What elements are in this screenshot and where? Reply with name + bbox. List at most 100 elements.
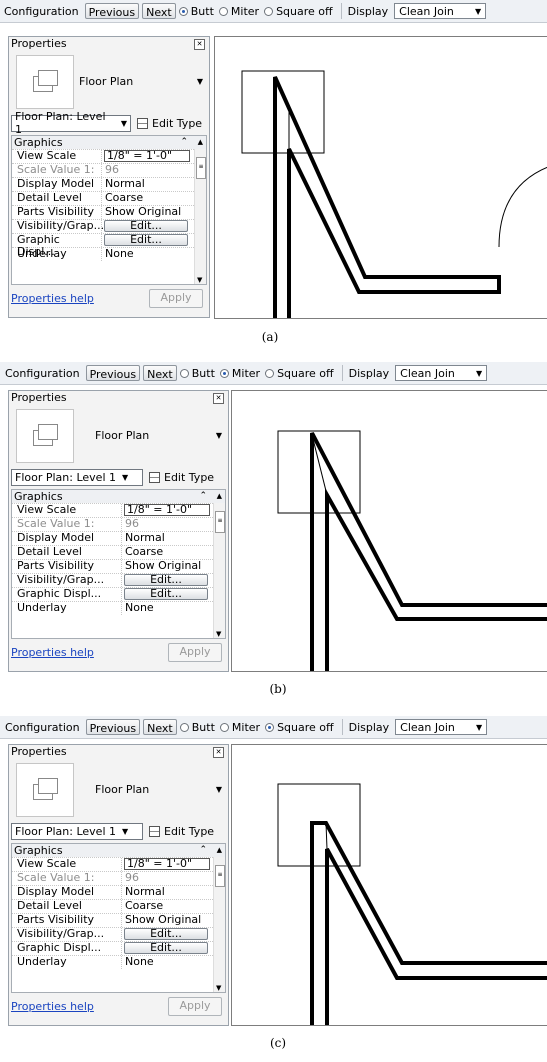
close-icon[interactable]: ✕ xyxy=(194,39,205,50)
type-selector[interactable]: Floor Plan ▼ xyxy=(9,759,228,821)
display-dropdown[interactable]: Clean Join ▼ xyxy=(394,3,487,19)
view-selector[interactable]: Floor Plan: Level 1 ▼ xyxy=(11,468,143,486)
edit-button[interactable]: Edit... xyxy=(124,588,208,600)
edit-button[interactable]: Edit... xyxy=(104,234,188,246)
property-row[interactable]: Graphic Displ... Edit... xyxy=(12,233,206,258)
edit-type-button[interactable]: Edit Type xyxy=(149,825,214,838)
next-button[interactable]: Next xyxy=(142,3,176,19)
butt-radio[interactable]: Butt xyxy=(179,367,215,380)
scroll-thumb[interactable]: ≡ xyxy=(215,511,225,533)
property-row[interactable]: Parts Visibility Show Original xyxy=(12,913,225,927)
scrollbar[interactable]: ≡ ▼ xyxy=(213,857,225,992)
scroll-down-icon[interactable]: ▼ xyxy=(216,984,221,992)
scroll-thumb[interactable]: ≡ xyxy=(196,157,206,179)
edit-button[interactable]: Edit... xyxy=(124,942,208,954)
previous-button[interactable]: Previous xyxy=(85,365,141,381)
chevron-down-icon: ▼ xyxy=(475,722,483,732)
edit-button[interactable]: Edit... xyxy=(124,574,208,586)
square-off-radio[interactable]: Square off xyxy=(264,5,333,18)
radio-empty-icon xyxy=(219,722,229,732)
display-dropdown[interactable]: Clean Join ▼ xyxy=(395,719,488,735)
property-row[interactable]: View Scale 1/8" = 1'-0" xyxy=(12,857,225,871)
property-row[interactable]: Underlay None xyxy=(12,601,225,615)
previous-button[interactable]: Previous xyxy=(84,3,140,19)
property-row[interactable]: View Scale 1/8" = 1'-0" xyxy=(12,503,225,517)
property-row[interactable]: Scale Value 1: 96 xyxy=(12,871,225,885)
edit-button[interactable]: Edit... xyxy=(124,928,208,940)
drawing-view[interactable] xyxy=(231,390,547,672)
property-row[interactable]: Parts Visibility Show Original xyxy=(12,205,206,219)
properties-help-link[interactable]: Properties help xyxy=(11,1000,94,1013)
drawing-view[interactable] xyxy=(231,744,547,1026)
scroll-up-icon[interactable]: ▲ xyxy=(198,136,203,149)
property-row[interactable]: Visibility/Grap... Edit... xyxy=(12,219,206,233)
property-row[interactable]: Visibility/Grap... Edit... xyxy=(12,927,225,941)
square-off-radio[interactable]: Square off xyxy=(265,721,334,734)
property-row[interactable]: Detail Level Coarse xyxy=(12,545,225,559)
property-row[interactable]: Graphic Displ... Edit... xyxy=(12,941,225,955)
view-scale-input[interactable]: 1/8" = 1'-0" xyxy=(124,858,210,870)
property-row[interactable]: Visibility/Grap... Edit... xyxy=(12,573,225,587)
scroll-thumb[interactable]: ≡ xyxy=(215,865,225,887)
view-selector[interactable]: Floor Plan: Level 1 ▼ xyxy=(11,110,131,136)
square-off-radio[interactable]: Square off xyxy=(265,367,334,380)
miter-radio[interactable]: Miter xyxy=(219,721,260,734)
apply-button[interactable]: Apply xyxy=(149,289,203,308)
property-row[interactable]: Detail Level Coarse xyxy=(12,191,206,205)
scrollbar[interactable]: ≡ ▼ xyxy=(194,149,206,284)
property-row[interactable]: Display Model Normal xyxy=(12,531,225,545)
next-button[interactable]: Next xyxy=(143,719,177,735)
display-dropdown[interactable]: Clean Join ▼ xyxy=(395,365,488,381)
options-bar: Configuration Previous Next Butt Miter S… xyxy=(0,716,547,739)
property-row[interactable]: Scale Value 1: 96 xyxy=(12,517,225,531)
apply-button[interactable]: Apply xyxy=(168,997,222,1016)
inner-wall-line xyxy=(325,848,547,1025)
butt-radio[interactable]: Butt xyxy=(178,5,214,18)
scrollbar[interactable]: ≡ ▼ xyxy=(213,503,225,638)
previous-button[interactable]: Previous xyxy=(85,719,141,735)
radio-empty-icon xyxy=(265,368,275,378)
properties-help-link[interactable]: Properties help xyxy=(11,646,94,659)
graphics-group-header[interactable]: Graphics ⌃ ▲ xyxy=(12,136,206,149)
edit-button[interactable]: Edit... xyxy=(104,220,188,232)
property-row[interactable]: Graphic Displ... Edit... xyxy=(12,587,225,601)
miter-radio[interactable]: Miter xyxy=(218,5,259,18)
view-selector[interactable]: Floor Plan: Level 1 ▼ xyxy=(11,822,143,840)
view-scale-input[interactable]: 1/8" = 1'-0" xyxy=(124,504,210,516)
graphics-group-header[interactable]: Graphics ⌃ ▲ xyxy=(12,844,225,857)
close-icon[interactable]: ✕ xyxy=(213,747,224,758)
scroll-up-icon[interactable]: ▲ xyxy=(217,490,222,503)
properties-help-link[interactable]: Properties help xyxy=(11,292,94,305)
edit-type-button[interactable]: Edit Type xyxy=(137,117,202,130)
type-selector[interactable]: Floor Plan ▼ xyxy=(9,405,228,467)
scroll-down-icon[interactable]: ▼ xyxy=(216,630,221,638)
drawing-view[interactable] xyxy=(214,36,547,319)
property-row[interactable]: Detail Level Coarse xyxy=(12,899,225,913)
display-label: Display xyxy=(348,720,390,734)
edit-type-label: Edit Type xyxy=(152,116,203,130)
property-row[interactable]: Display Model Normal xyxy=(12,177,206,191)
property-row[interactable]: Display Model Normal xyxy=(12,885,225,899)
property-row[interactable]: Underlay None xyxy=(12,247,206,261)
scroll-up-icon[interactable]: ▲ xyxy=(217,844,222,857)
configuration-label: Configuration xyxy=(5,366,80,380)
apply-button[interactable]: Apply xyxy=(168,643,222,662)
toolbar-separator xyxy=(340,3,342,19)
property-value: Coarse xyxy=(105,191,144,204)
property-row[interactable]: Underlay None xyxy=(12,955,225,969)
property-row[interactable]: View Scale 1/8" = 1'-0" xyxy=(12,149,206,163)
close-icon[interactable]: ✕ xyxy=(213,393,224,404)
view-scale-input[interactable]: 1/8" = 1'-0" xyxy=(104,150,190,162)
property-row[interactable]: Scale Value 1: 96 xyxy=(12,163,206,177)
miter-radio[interactable]: Miter xyxy=(219,367,260,380)
property-key: Visibility/Grap... xyxy=(12,928,122,941)
edit-type-button[interactable]: Edit Type xyxy=(149,471,214,484)
next-button[interactable]: Next xyxy=(143,365,177,381)
property-row[interactable]: Parts Visibility Show Original xyxy=(12,559,225,573)
graphics-group-header[interactable]: Graphics ⌃ ▲ xyxy=(12,490,225,503)
scroll-down-icon[interactable]: ▼ xyxy=(197,276,202,284)
display-value: Clean Join xyxy=(400,720,455,734)
properties-palette: Properties ✕ Floor Plan ▼ Floor Plan: Lev… xyxy=(8,744,229,1026)
butt-radio[interactable]: Butt xyxy=(179,721,215,734)
type-selector[interactable]: Floor Plan ▼ xyxy=(9,51,209,113)
